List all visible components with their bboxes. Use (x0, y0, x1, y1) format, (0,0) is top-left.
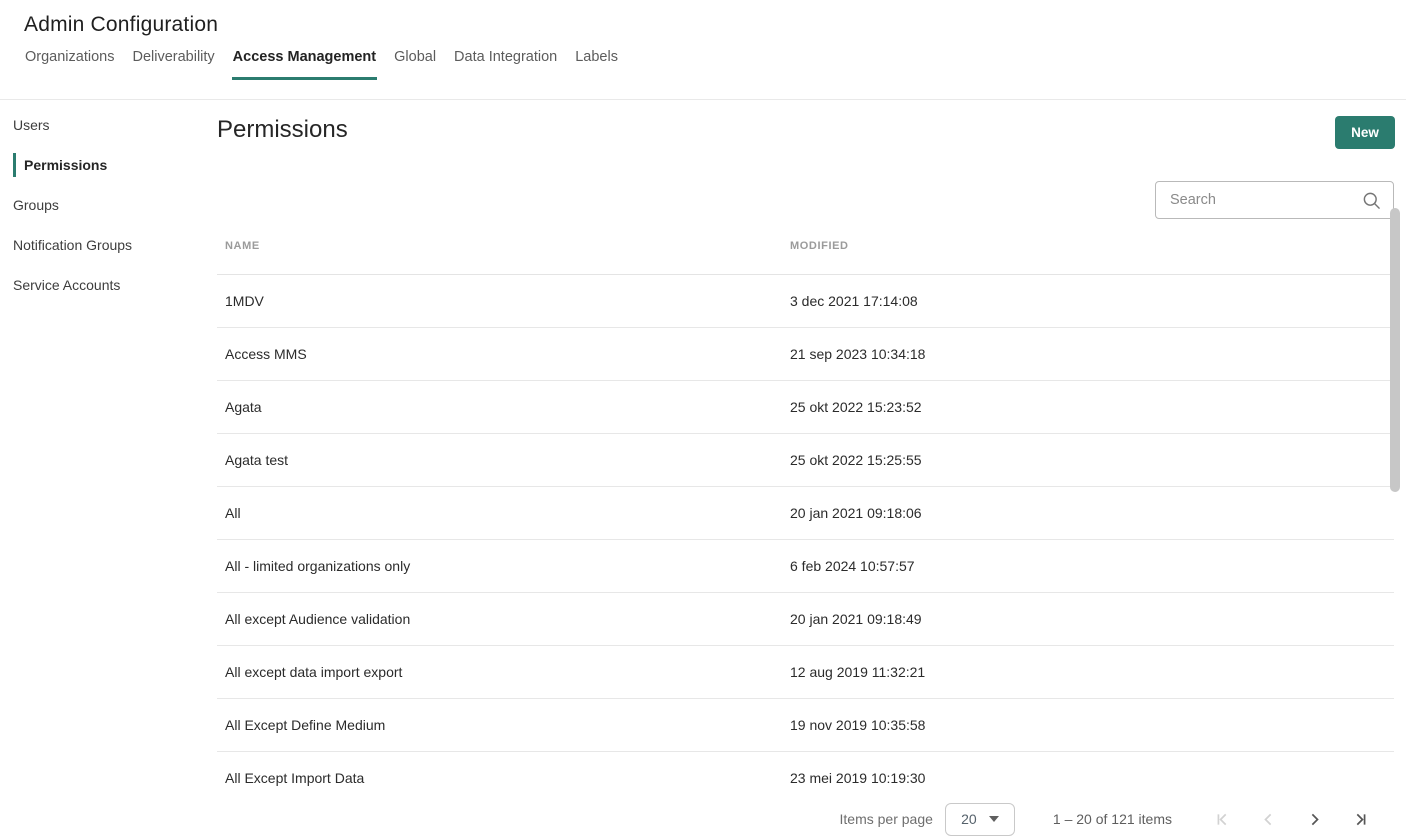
first-page-icon[interactable] (1214, 811, 1230, 827)
pagination-range-label: 1 – 20 of 121 items (1053, 811, 1172, 827)
table-row[interactable]: All except data import export 12 aug 201… (217, 645, 1394, 698)
new-button[interactable]: New (1335, 116, 1395, 149)
pagination-bar: Items per page 20 1 – 20 of 121 items (217, 788, 1406, 837)
last-page-icon[interactable] (1352, 811, 1368, 827)
cell-name[interactable]: Agata test (217, 433, 782, 486)
permissions-table: NAME MODIFIED 1MDV 3 dec 2021 17:14:08 A… (217, 219, 1394, 805)
cell-name[interactable]: Agata (217, 380, 782, 433)
search-icon[interactable] (1362, 191, 1381, 210)
chevron-down-icon (989, 816, 999, 822)
tab-bar: Organizations Deliverability Access Mana… (24, 47, 1406, 79)
search-box[interactable] (1155, 181, 1394, 219)
previous-page-icon[interactable] (1260, 811, 1276, 827)
cell-modified: 6 feb 2024 10:57:57 (782, 539, 1394, 592)
table-row[interactable]: All - limited organizations only 6 feb 2… (217, 539, 1394, 592)
cell-modified: 12 aug 2019 11:32:21 (782, 645, 1394, 698)
main-panel: Permissions New NAME MODIFIED (217, 100, 1406, 837)
cell-modified: 3 dec 2021 17:14:08 (782, 274, 1394, 327)
page-title: Admin Configuration (24, 13, 1406, 37)
tab-deliverability[interactable]: Deliverability (131, 47, 215, 79)
column-header-modified[interactable]: MODIFIED (782, 219, 1394, 274)
cell-modified: 20 jan 2021 09:18:06 (782, 486, 1394, 539)
tab-access-management[interactable]: Access Management (232, 47, 377, 79)
search-input[interactable] (1170, 192, 1362, 208)
page-header: Admin Configuration Organizations Delive… (0, 13, 1406, 100)
sidebar-item-permissions[interactable]: Permissions (13, 145, 217, 185)
table-row[interactable]: All 20 jan 2021 09:18:06 (217, 486, 1394, 539)
table-row[interactable]: All except Audience validation 20 jan 20… (217, 592, 1394, 645)
table-header-row: NAME MODIFIED (217, 219, 1394, 274)
cell-name[interactable]: All except data import export (217, 645, 782, 698)
cell-modified: 19 nov 2019 10:35:58 (782, 698, 1394, 751)
sidebar-item-service-accounts[interactable]: Service Accounts (13, 265, 217, 305)
tab-data-integration[interactable]: Data Integration (453, 47, 558, 79)
vertical-scrollbar-thumb[interactable] (1390, 208, 1400, 492)
sidebar-item-users[interactable]: Users (13, 105, 217, 145)
pager-icons (1214, 811, 1368, 827)
items-per-page-value: 20 (961, 811, 977, 827)
table-row[interactable]: 1MDV 3 dec 2021 17:14:08 (217, 274, 1394, 327)
cell-name[interactable]: All except Audience validation (217, 592, 782, 645)
next-page-icon[interactable] (1306, 811, 1322, 827)
cell-name[interactable]: All Except Define Medium (217, 698, 782, 751)
column-header-name[interactable]: NAME (217, 219, 782, 274)
cell-name[interactable]: All - limited organizations only (217, 539, 782, 592)
table-row[interactable]: Agata 25 okt 2022 15:23:52 (217, 380, 1394, 433)
table-row[interactable]: Access MMS 21 sep 2023 10:34:18 (217, 327, 1394, 380)
sidebar-item-notification-groups[interactable]: Notification Groups (13, 225, 217, 265)
table-row[interactable]: Agata test 25 okt 2022 15:25:55 (217, 433, 1394, 486)
tab-labels[interactable]: Labels (574, 47, 619, 79)
cell-name[interactable]: Access MMS (217, 327, 782, 380)
cell-modified: 21 sep 2023 10:34:18 (782, 327, 1394, 380)
sidebar-item-groups[interactable]: Groups (13, 185, 217, 225)
search-row (217, 181, 1394, 219)
table-row[interactable]: All Except Define Medium 19 nov 2019 10:… (217, 698, 1394, 751)
cell-modified: 25 okt 2022 15:25:55 (782, 433, 1394, 486)
content-area: Users Permissions Groups Notification Gr… (0, 100, 1406, 837)
tab-organizations[interactable]: Organizations (24, 47, 115, 79)
tab-global[interactable]: Global (393, 47, 437, 79)
cell-modified: 20 jan 2021 09:18:49 (782, 592, 1394, 645)
section-title: Permissions (217, 116, 1394, 144)
cell-name[interactable]: 1MDV (217, 274, 782, 327)
table-body: 1MDV 3 dec 2021 17:14:08 Access MMS 21 s… (217, 274, 1394, 804)
sidebar: Users Permissions Groups Notification Gr… (0, 100, 217, 837)
cell-modified: 25 okt 2022 15:23:52 (782, 380, 1394, 433)
items-per-page-select[interactable]: 20 (945, 803, 1015, 836)
cell-name[interactable]: All (217, 486, 782, 539)
items-per-page-label: Items per page (840, 811, 933, 827)
